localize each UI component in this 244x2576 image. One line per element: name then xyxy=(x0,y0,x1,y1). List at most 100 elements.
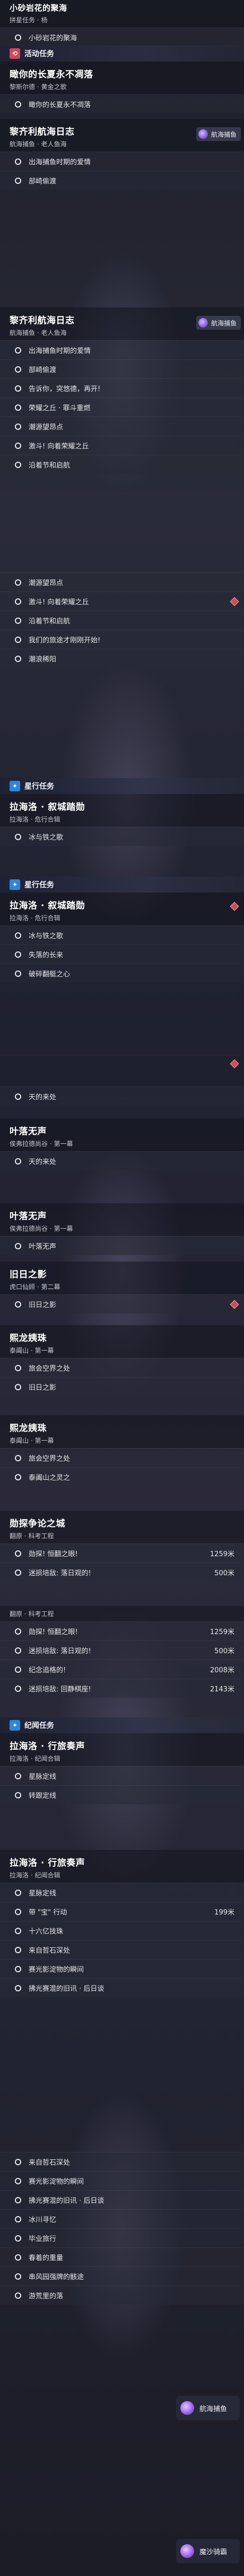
quest-step[interactable]: 串风园强牌的骸途 xyxy=(0,2266,244,2286)
quest-step[interactable]: 迷损培敌: 回静棋座! 2143米 xyxy=(0,1679,244,1698)
fishing-chip[interactable]: 航海捕鱼 xyxy=(196,127,241,141)
quest-step[interactable]: 破碎翻艇之心 xyxy=(0,964,244,983)
quest-header: 小砂岩花的聚海 拼星任务 · 杨 xyxy=(0,0,244,28)
step-label: 叶落无声 xyxy=(29,1243,57,1251)
quest-step[interactable]: 来自哲石深处 xyxy=(0,1940,244,1959)
quest-header: 旧日之影 虎口仙顾 · 第二幕 xyxy=(0,1261,244,1294)
quest-card[interactable]: 勋探争论之城 翻原 · 科考工程 勋探! 恒翻之眼! 1259米 迷损培敌: 落日… xyxy=(0,1511,244,1582)
quest-step[interactable]: 星脉定线 xyxy=(0,1766,244,1785)
quest-step[interactable]: 出海捕鱼时期的爱情 xyxy=(0,340,244,359)
quest-title: 熙龙姨珠 xyxy=(10,1333,47,1344)
quest-step[interactable]: 潮源望昂点 xyxy=(0,417,244,436)
quest-card[interactable]: 拉海洛 · 叙城踏勋 拉海洛 · 危行合辑 冰与铁之歌 失落的长来 破碎翻艇之心 xyxy=(0,893,244,983)
quest-step[interactable]: 我们的旅途才刚刚开始! xyxy=(0,630,244,649)
quest-card[interactable]: 翻原 · 科考工程 勋探! 恒翻之眼! 1259米 迷损培敌: 落日观的! 500米… xyxy=(0,1606,244,1698)
quest-step[interactable]: 潮浪稀阳 xyxy=(0,649,244,668)
quest-step[interactable]: 游荒里的落 xyxy=(0,2286,244,2305)
quest-step[interactable]: 来自哲石深处 xyxy=(0,2152,244,2171)
quest-step[interactable]: 冰与铁之歌 xyxy=(0,925,244,945)
quest-step[interactable]: 泰阗山之灵之 xyxy=(0,1467,244,1486)
quest-step[interactable]: 赛光影淀物的瞬间 xyxy=(0,2171,244,2190)
step-label: 毕业旅行 xyxy=(29,2235,57,2243)
quest-step[interactable]: 旧日之影 xyxy=(0,1377,244,1396)
step-circle-icon xyxy=(15,579,21,586)
quest-step[interactable]: 星脉定线 xyxy=(0,1883,244,1902)
quest-step[interactable]: 激斗! 向着荣耀之丘 xyxy=(0,436,244,455)
bottom-chip[interactable]: 魔沙骑霸 xyxy=(176,2539,240,2563)
quest-step[interactable]: 纪念追格的! 2008米 xyxy=(0,1660,244,1679)
quest-step[interactable]: 部崎偷渡 xyxy=(0,171,244,190)
quest-card[interactable]: 叶落无声 俟弗拉德尚谷 · 第一幕 叶落无声 xyxy=(0,1203,244,1255)
step-label: 纪念追格的! xyxy=(29,1666,66,1674)
quest-subtitle: 泰阗山 · 第一幕 xyxy=(10,1437,54,1444)
quest-step[interactable]: 潮源望昂点 xyxy=(0,572,244,592)
quest-step[interactable]: 激斗! 向着荣耀之丘 xyxy=(0,592,244,611)
step-circle-icon xyxy=(15,2158,21,2165)
section-xinghang: ✦ 星行任务 xyxy=(0,778,244,794)
step-label: 旅会空界之处 xyxy=(29,1365,71,1373)
star-task-icon: ✦ xyxy=(10,879,20,890)
quest-step[interactable]: 部崎偷渡 xyxy=(0,359,244,378)
quest-card[interactable]: 旧日之影 虎口仙顾 · 第二幕 旧日之影 xyxy=(0,1261,244,1313)
quest-step[interactable]: 勋探! 恒翻之眼! 1259米 xyxy=(0,1543,244,1563)
quest-step[interactable]: 带 "宝" 行动 199米 xyxy=(0,1902,244,1921)
section-header: ✦ 星行任务 xyxy=(0,778,244,794)
step-label: 冰川寻忆 xyxy=(29,2216,57,2224)
quest-card[interactable]: 熙龙姨珠 泰阗山 · 第一幕 旅会空界之处 泰阗山之灵之 xyxy=(0,1415,244,1486)
quest-card[interactable]: 黎齐利航海日志 航海捕鱼 · 老人鱼海 航海捕鱼 出海捕鱼时期的爱情 部崎偷渡 xyxy=(0,119,244,190)
quest-step[interactable]: 春着的重量 xyxy=(0,2247,244,2266)
step-label: 十六亿技珠 xyxy=(29,1928,64,1936)
quest-step[interactable]: 赛光影淀物的瞬间 xyxy=(0,1959,244,1978)
hotbar-chip[interactable]: 航海捕鱼 xyxy=(176,2396,240,2420)
step-label: 带 "宝" 行动 xyxy=(29,1909,67,1917)
quest-step[interactable]: 告诉你，突悠德，再开! xyxy=(0,378,244,398)
quest-step[interactable]: 沿着节和启航 xyxy=(0,611,244,630)
quest-step[interactable]: 叶落无声 xyxy=(0,1236,244,1255)
quest-subtitle: 拉海洛 · 纪闻合辑 xyxy=(10,1872,60,1879)
step-label: 拂光赛混的旧讯 · 后日谈 xyxy=(29,2197,104,2205)
quest-step[interactable]: 拂光赛混的旧讯 · 后日谈 xyxy=(0,1978,244,1997)
quest-card[interactable]: 拉海洛 · 行旅奏声 拉海洛 · 纪闻合辑 星脉定线 转跟定线 xyxy=(0,1733,244,1804)
quest-step[interactable]: 荣耀之丘 · 罪斗重燃 xyxy=(0,398,244,417)
quest-step[interactable]: 勋探! 恒翻之眼! 1259米 xyxy=(0,1621,244,1640)
step-circle-icon xyxy=(15,1965,21,1972)
step-distance: 199米 xyxy=(214,1909,234,1917)
quest-step[interactable] xyxy=(0,1055,244,1087)
quest-step[interactable]: 迷损培敌: 落日观的! 500米 xyxy=(0,1640,244,1660)
quest-step[interactable]: 出海捕鱼时期的爱情 xyxy=(0,152,244,171)
quest-step[interactable]: 天的来处 xyxy=(0,1151,244,1170)
quest-card-top[interactable]: 小砂岩花的聚海 拼星任务 · 杨 小砂岩花的聚海 xyxy=(0,0,244,47)
quest-card[interactable]: 瞰你的长夏永不凋落 黎斯尔德 · 黄金之歌 瞰你的长夏永不凋落 xyxy=(0,61,244,113)
quest-title: 拉海洛 · 叙城踏勋 xyxy=(10,802,85,813)
quest-card[interactable]: 叶落无声 俟弗拉德尚谷 · 第一幕 天的来处 xyxy=(0,1118,244,1170)
step-circle-icon xyxy=(15,636,21,643)
step-label: 迷损培敌: 落日观的! xyxy=(29,1569,91,1577)
quest-step[interactable]: 旅会空界之处 xyxy=(0,1448,244,1467)
quest-step[interactable]: 小砂岩花的聚海 xyxy=(0,28,244,47)
step-label: 勋探! 恒翻之眼! xyxy=(29,1550,78,1558)
quest-step[interactable]: 冰川寻忆 xyxy=(0,2209,244,2228)
step-circle-icon xyxy=(15,1772,21,1779)
quest-subtitle: 拼星任务 · 杨 xyxy=(10,16,48,24)
section-title: 活动任务 xyxy=(24,50,54,58)
quest-step[interactable]: 毕业旅行 xyxy=(0,2228,244,2247)
quest-step[interactable]: 迷损培敌: 落日观的! 500米 xyxy=(0,1563,244,1582)
quest-card[interactable]: 黎齐利航海日志 航海捕鱼 · 老人鱼海 航海捕鱼 出海捕鱼时期的爱情 部崎偷渡 … xyxy=(0,307,244,474)
quest-step[interactable]: 旧日之影 xyxy=(0,1294,244,1313)
quest-step[interactable]: 瞰你的长夏永不凋落 xyxy=(0,94,244,113)
quest-step[interactable]: 失落的长来 xyxy=(0,945,244,964)
quest-step[interactable]: 旅会空界之处 xyxy=(0,1358,244,1377)
quest-step[interactable]: 天的来处 xyxy=(0,1087,244,1106)
quest-step[interactable]: 拂光赛混的旧讯 · 后日谈 xyxy=(0,2190,244,2209)
quest-card[interactable]: 拉海洛 · 行旅奏声 拉海洛 · 纪闻合辑 星脉定线 带 "宝" 行动 199米 … xyxy=(0,1850,244,1997)
step-circle-icon xyxy=(15,347,21,354)
quest-subtitle: 拉海洛 · 危行合辑 xyxy=(10,914,60,922)
quest-title: 瞰你的长夏永不凋落 xyxy=(10,69,93,80)
quest-card[interactable]: 拉海洛 · 叙城踏勋 拉海洛 · 危行合辑 冰与铁之歌 xyxy=(0,794,244,846)
quest-step[interactable]: 十六亿技珠 xyxy=(0,1921,244,1940)
quest-card[interactable]: 熙龙姨珠 泰阗山 · 第一幕 旅会空界之处 旧日之影 xyxy=(0,1325,244,1396)
quest-step[interactable]: 沿着节和启航 xyxy=(0,455,244,474)
quest-step[interactable]: 转跟定线 xyxy=(0,1785,244,1804)
fishing-chip[interactable]: 航海捕鱼 xyxy=(196,316,241,330)
quest-step[interactable]: 冰与铁之歌 xyxy=(0,827,244,846)
